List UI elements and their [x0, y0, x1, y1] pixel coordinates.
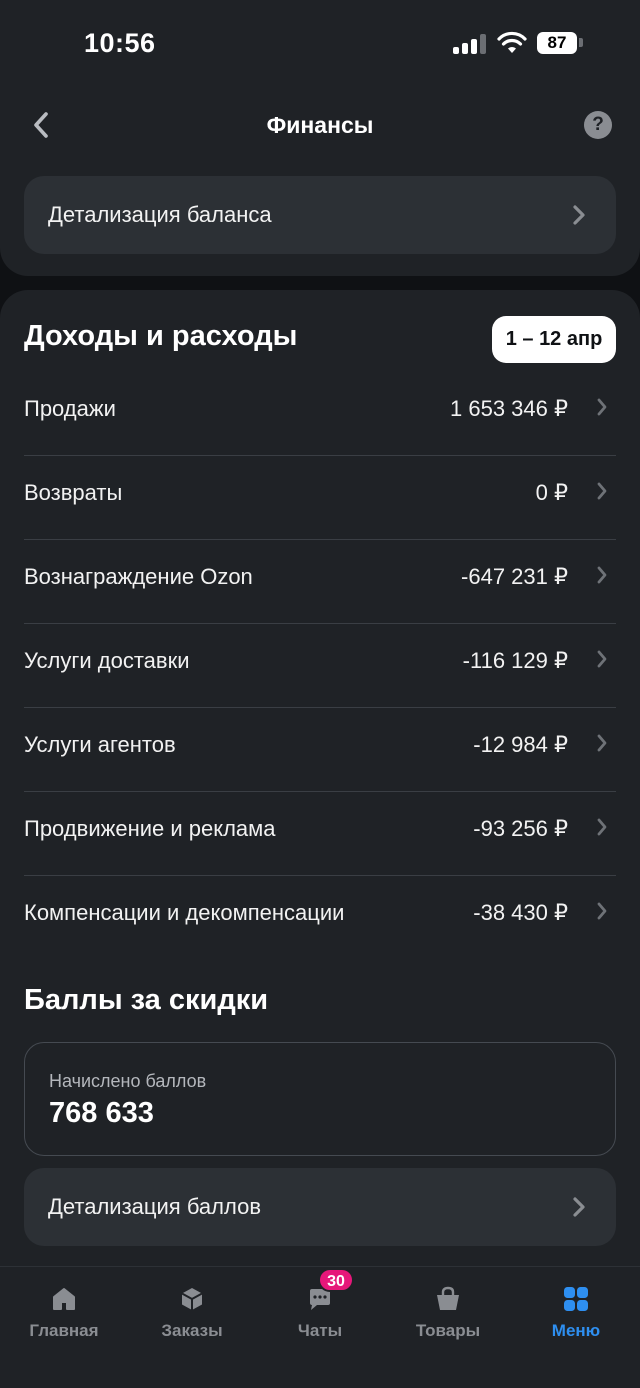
wifi-icon	[497, 31, 527, 53]
tab-chats-label: Чаты	[297, 1321, 343, 1340]
discount-points-title: Баллы за скидки	[24, 984, 269, 1016]
balance-detail-label: Детализация баланса	[48, 202, 272, 227]
income-expenses-title: Доходы и расходы	[24, 320, 298, 352]
tab-products[interactable]: Товары	[393, 1277, 503, 1347]
tab-orders[interactable]: Заказы	[137, 1277, 247, 1347]
bag-icon	[437, 1286, 459, 1310]
balance-detail-button[interactable]: Детализация баланса	[24, 176, 616, 254]
finance-row-amount: -38 430 ₽	[473, 900, 568, 925]
tab-menu-label: Меню	[551, 1321, 601, 1340]
points-detail-button[interactable]: Детализация баллов	[24, 1168, 616, 1246]
finance-row-amount: -647 231 ₽	[461, 564, 568, 589]
tab-home-label: Главная	[29, 1321, 99, 1340]
battery-tip	[579, 38, 583, 47]
finance-row-name: Продажи	[24, 396, 116, 421]
tab-menu[interactable]: Меню	[521, 1277, 631, 1347]
finance-row-name: Вознаграждение Ozon	[24, 564, 253, 589]
battery-level: 87	[537, 32, 577, 54]
chevron-right-icon	[597, 398, 607, 416]
finance-row[interactable]: Услуги агентов -12 984 ₽	[24, 708, 616, 792]
finance-row[interactable]: Возвраты 0 ₽	[24, 456, 616, 540]
status-time: 10:56	[84, 28, 156, 58]
points-accrued-value: 768 633	[49, 1097, 154, 1129]
points-accrued-label: Начислено баллов	[49, 1071, 207, 1091]
finance-row[interactable]: Вознаграждение Ozon -647 231 ₽	[24, 540, 616, 624]
finance-row[interactable]: Продажи 1 653 346 ₽	[24, 372, 616, 456]
page-title: Финансы	[266, 112, 374, 138]
chevron-right-icon	[573, 205, 585, 225]
points-summary: Начислено баллов 768 633	[24, 1042, 616, 1156]
period-selector[interactable]: 1 – 12 апр	[492, 316, 616, 363]
status-bar: 10:56 87	[0, 0, 640, 88]
finance-row-name: Возвраты	[24, 480, 123, 505]
finance-row-amount: -12 984 ₽	[473, 732, 568, 757]
finance-row-name: Услуги агентов	[24, 732, 176, 757]
finance-row-amount: -116 129 ₽	[462, 648, 568, 673]
chevron-right-icon	[597, 734, 607, 752]
chevron-right-icon	[597, 566, 607, 584]
chats-unread-badge: 30	[318, 1268, 354, 1292]
tab-home[interactable]: Главная	[9, 1277, 119, 1347]
finance-row-name: Услуги доставки	[24, 648, 190, 673]
finance-row-amount: 1 653 346 ₽	[450, 396, 568, 421]
finance-row-name: Продвижение и реклама	[24, 816, 276, 841]
box-icon	[181, 1288, 203, 1310]
chevron-right-icon	[597, 818, 607, 836]
chevron-right-icon	[597, 650, 607, 668]
finance-row[interactable]: Услуги доставки -116 129 ₽	[24, 624, 616, 708]
chevron-right-icon	[573, 1197, 585, 1217]
chevron-right-icon	[597, 902, 607, 920]
tab-orders-label: Заказы	[161, 1321, 223, 1340]
finance-row[interactable]: Компенсации и декомпенсации -38 430 ₽	[24, 876, 616, 960]
tab-products-label: Товары	[415, 1321, 481, 1340]
help-icon[interactable]: ?	[584, 111, 612, 139]
finance-row-name: Компенсации и декомпенсации	[24, 900, 345, 925]
points-detail-label: Детализация баллов	[48, 1194, 262, 1219]
grid-icon	[564, 1287, 588, 1311]
home-icon	[53, 1288, 75, 1310]
finance-row[interactable]: Продвижение и реклама -93 256 ₽	[24, 792, 616, 876]
finance-row-amount: -93 256 ₽	[473, 816, 568, 841]
finance-row-amount: 0 ₽	[535, 480, 568, 505]
chevron-right-icon	[597, 482, 607, 500]
cellular-signal-icon	[453, 34, 489, 54]
